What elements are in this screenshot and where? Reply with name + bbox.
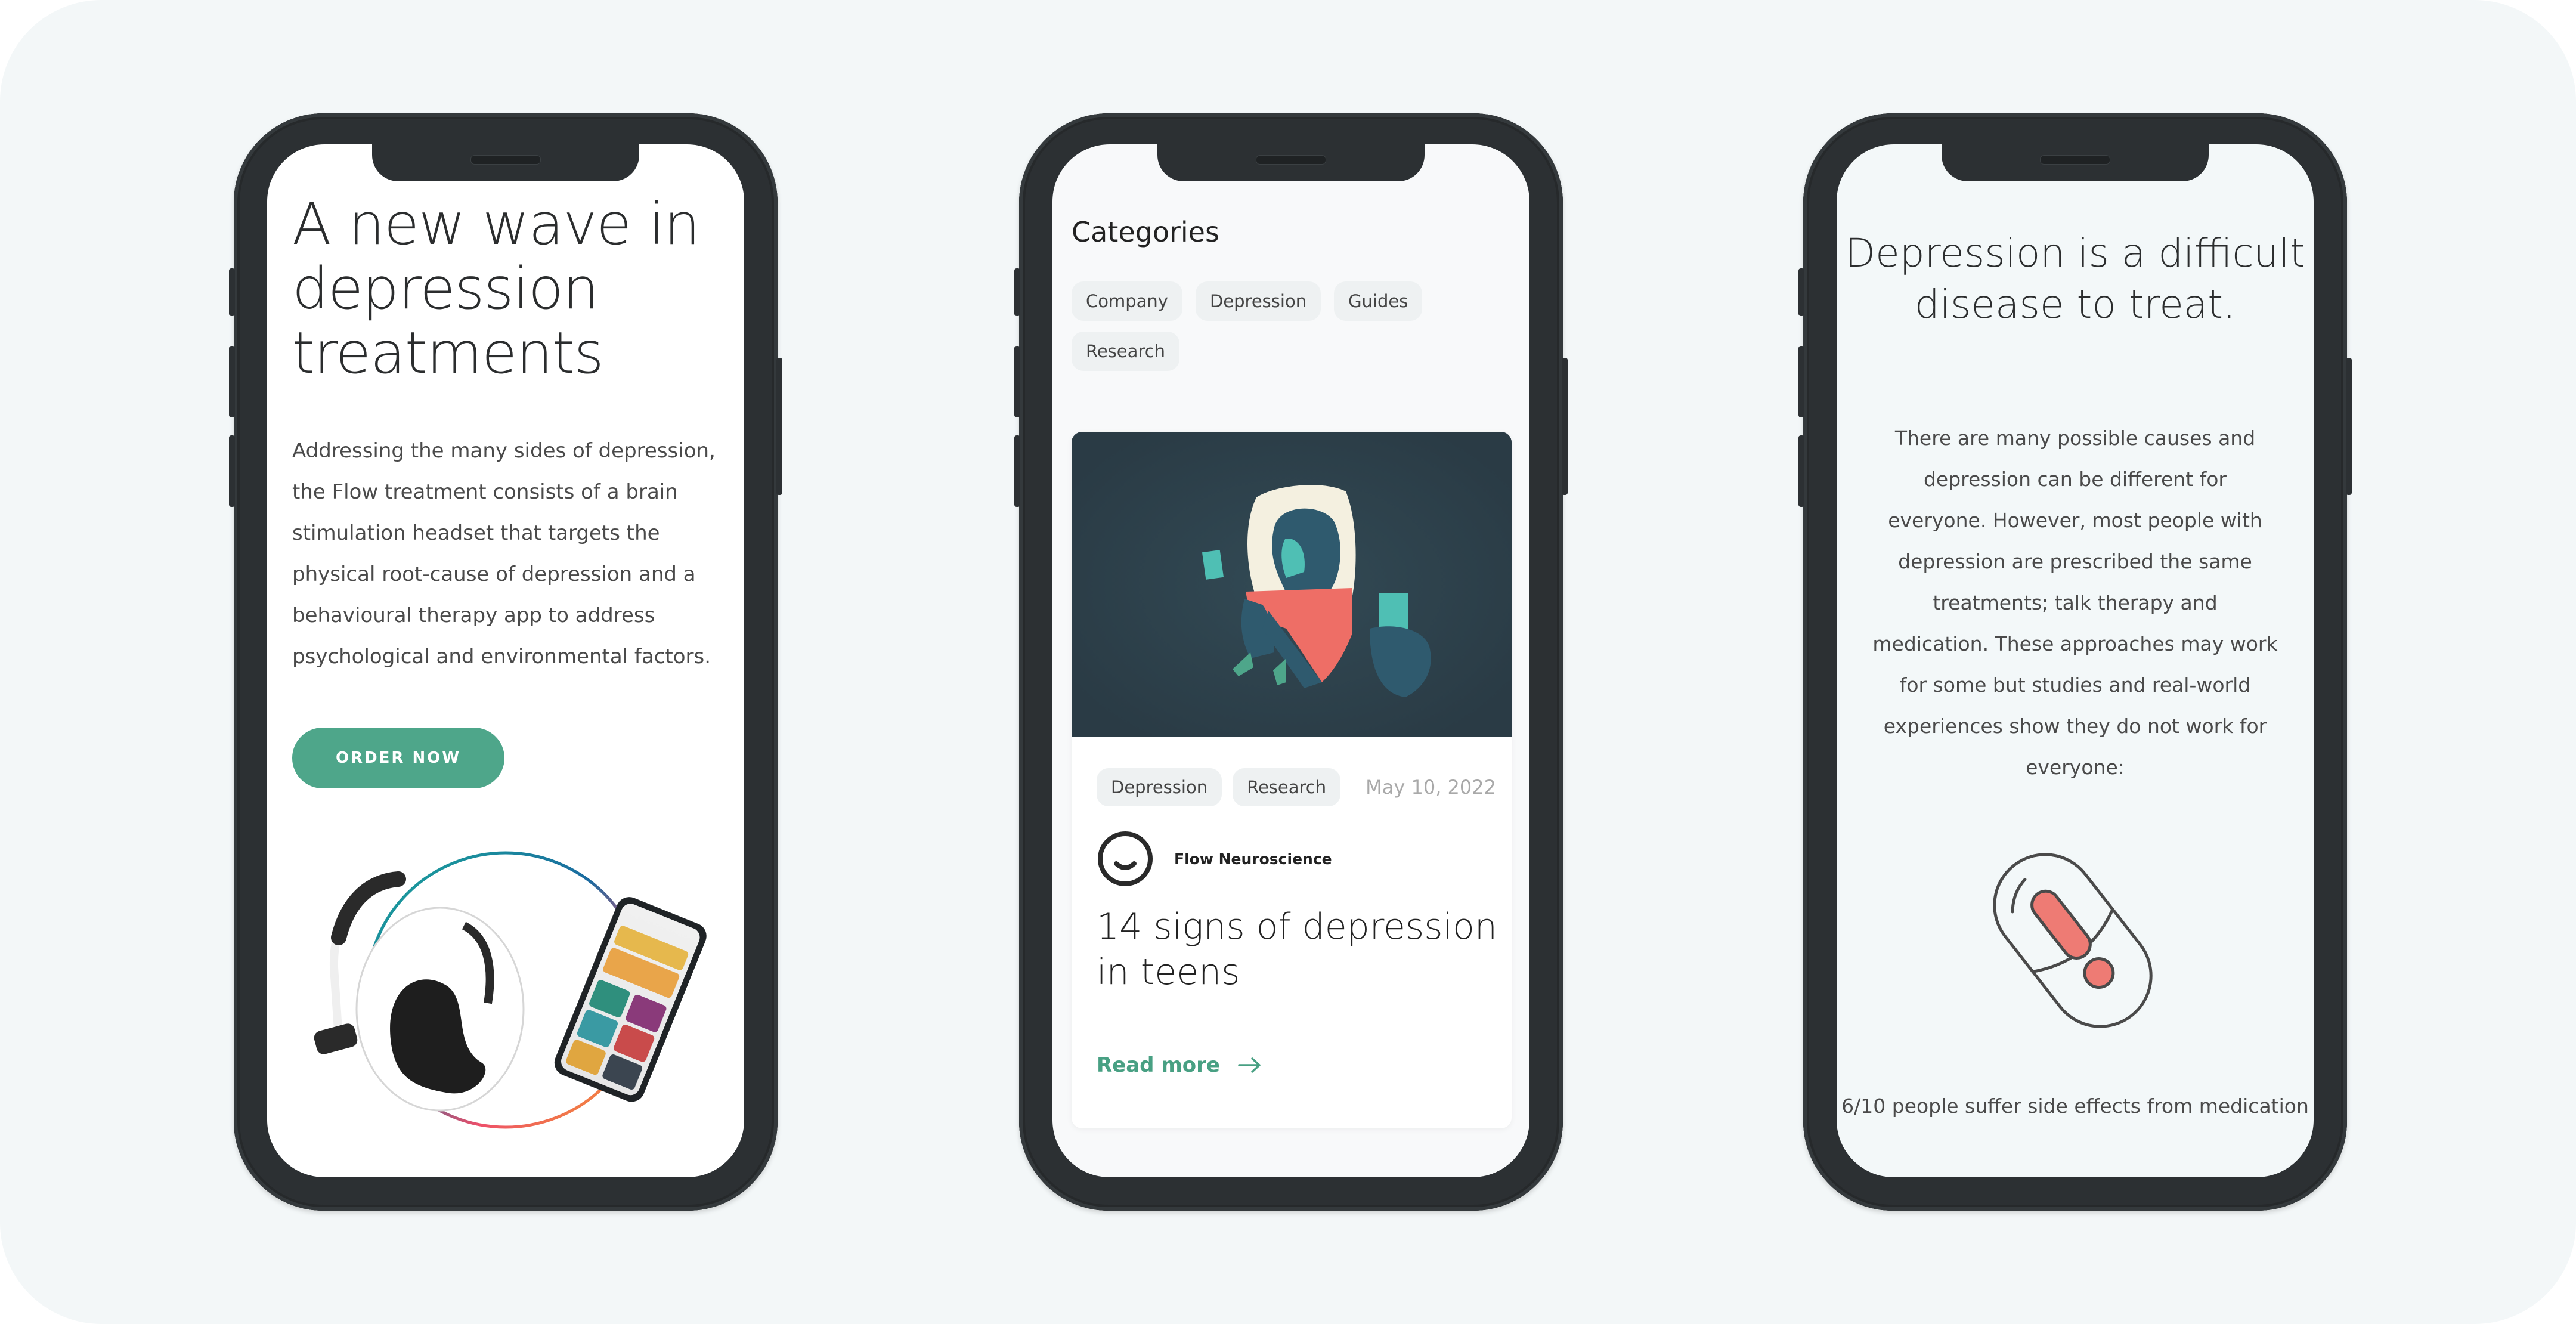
info-title: Depression is a difficult disease to tre…	[1845, 230, 2305, 327]
order-now-button[interactable]: ORDER NOW	[292, 728, 504, 788]
author-name: Flow Neuroscience	[1174, 850, 1332, 868]
phone-mockup-info: Depression is a difficult disease to tre…	[1798, 113, 2352, 1211]
article-title[interactable]: 14 signs of depression in teens	[1097, 904, 1502, 995]
article-date: May 10, 2022	[1366, 776, 1496, 799]
hero-screen: A new wave in depression treatments Addr…	[267, 144, 744, 1177]
product-image	[291, 848, 720, 1158]
pill-warning-icon	[1993, 853, 2153, 1028]
category-chip-depression[interactable]: Depression	[1195, 281, 1321, 321]
article-tag-depression[interactable]: Depression	[1097, 768, 1222, 806]
side-effects-stat: 6/10 people suffer side effects from med…	[1841, 1094, 2309, 1118]
phone-notch	[1942, 144, 2209, 181]
info-body: There are many possible causes and depre…	[1872, 426, 2278, 779]
category-chip-list: Company Depression Guides Research	[1072, 281, 1501, 371]
smile-logo-icon	[1098, 831, 1153, 886]
blog-screen: Categories Company Depression Guides Res…	[1052, 144, 1530, 1177]
article-author: Flow Neuroscience	[1097, 830, 1332, 887]
category-chip-research[interactable]: Research	[1072, 332, 1180, 371]
categories-heading: Categories	[1072, 216, 1219, 248]
read-more-label: Read more	[1097, 1053, 1220, 1077]
hero-title: A new wave in depression treatments	[292, 191, 700, 386]
article-tags: Depression Research May 10, 2022	[1097, 768, 1496, 806]
hero-description: Addressing the many sides of depression,…	[292, 439, 716, 669]
article-image	[1072, 432, 1512, 737]
article-tag-research[interactable]: Research	[1233, 768, 1341, 806]
showcase-background: A new wave in depression treatments Addr…	[0, 0, 2576, 1324]
arrow-right-icon	[1238, 1057, 1261, 1073]
category-chip-guides[interactable]: Guides	[1334, 281, 1423, 321]
phone-mockup-hero: A new wave in depression treatments Addr…	[229, 113, 782, 1211]
article-card[interactable]: Depression Research May 10, 2022 Flow Ne…	[1072, 432, 1512, 1128]
category-chip-company[interactable]: Company	[1072, 281, 1182, 321]
read-more-link[interactable]: Read more	[1097, 1053, 1262, 1077]
phone-notch	[1157, 144, 1425, 181]
info-screen: Depression is a difficult disease to tre…	[1837, 144, 2314, 1177]
phone-mockup-blog: Categories Company Depression Guides Res…	[1014, 113, 1568, 1211]
phone-notch	[372, 144, 639, 181]
